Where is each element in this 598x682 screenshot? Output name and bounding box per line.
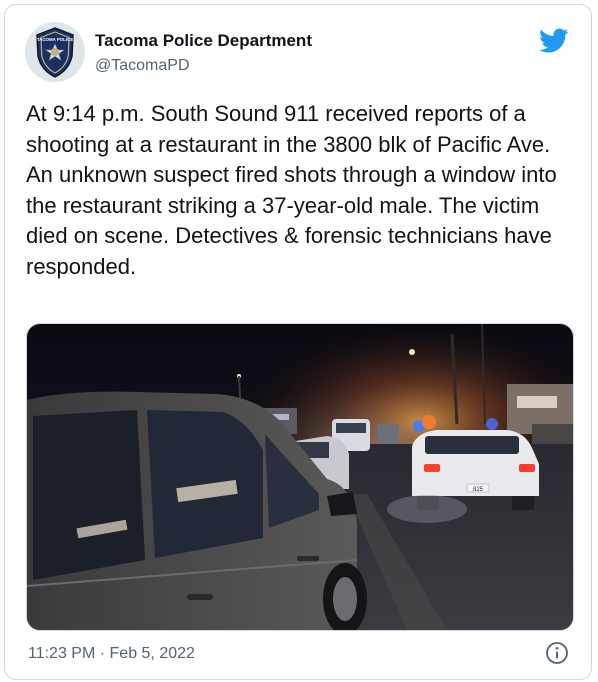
tweet-text: At 9:14 p.m. South Sound 911 received re… [26, 101, 557, 279]
author-name[interactable]: Tacoma Police Department [95, 31, 312, 51]
avatar-badge-text: TACOMA POLICE [37, 37, 73, 42]
police-car-plate: 825 [473, 487, 484, 493]
info-icon[interactable] [545, 641, 569, 665]
tweet-timestamp[interactable]: 11:23 PM · Feb 5, 2022 [28, 644, 195, 664]
police-badge-icon: TACOMA POLICE [25, 22, 85, 82]
tweet-card[interactable]: TACOMA POLICE Tacoma Police Department @… [4, 4, 592, 680]
tweet-photo[interactable]: 825 [26, 323, 574, 631]
author-handle[interactable]: @TacomaPD [95, 56, 312, 76]
twitter-bird-icon[interactable] [539, 28, 569, 54]
avatar[interactable]: TACOMA POLICE [25, 22, 85, 82]
author-block[interactable]: Tacoma Police Department @TacomaPD [95, 31, 312, 76]
night-street-photo: 825 [27, 324, 573, 630]
